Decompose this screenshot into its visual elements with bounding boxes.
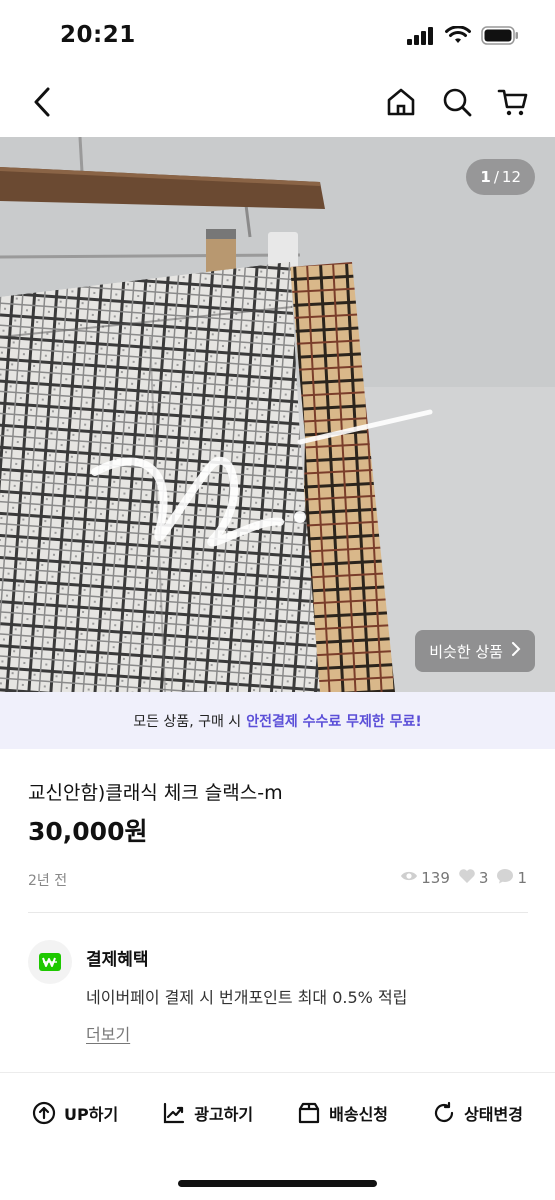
status-time: 20:21: [60, 22, 136, 48]
product-stats: 139 3 1: [400, 868, 527, 888]
box-icon: [297, 1101, 321, 1125]
status-change-button[interactable]: 상태변경: [432, 1101, 523, 1125]
image-counter-current: 1: [480, 168, 491, 186]
posted-time: 2년 전: [28, 873, 68, 889]
home-indicator[interactable]: [178, 1180, 377, 1187]
battery-icon: [481, 26, 519, 49]
benefit-title: 결제혜택: [86, 950, 149, 970]
product-photo: [0, 137, 555, 692]
up-button[interactable]: UP하기: [32, 1101, 118, 1125]
shipping-button[interactable]: 배송신청: [297, 1101, 388, 1125]
likes-count: 3: [478, 869, 489, 887]
refresh-icon: [432, 1101, 456, 1125]
chats-count: 1: [517, 869, 527, 887]
promo-banner[interactable]: 모든 상품, 구매 시 안전결제 수수료 무제한 무료!: [0, 692, 555, 749]
signal-icon: [407, 26, 435, 49]
image-counter-separator: /: [493, 168, 499, 186]
arrow-up-circle-icon: [32, 1101, 56, 1125]
image-counter-total: 12: [501, 168, 521, 186]
views-stat: 139: [400, 869, 450, 887]
shipping-button-label: 배송신청: [329, 1105, 389, 1124]
similar-products-label: 비슷한 상품: [429, 642, 503, 661]
trend-chart-icon: [162, 1101, 186, 1125]
naver-pay-icon: [28, 940, 72, 984]
back-icon[interactable]: [26, 84, 62, 120]
bottom-divider: [0, 1072, 555, 1073]
chat-bubble-icon: [496, 868, 514, 888]
product-price: 30,000원: [28, 817, 148, 846]
search-icon[interactable]: [441, 86, 473, 118]
benefit-more-link[interactable]: 더보기: [86, 1021, 130, 1045]
product-title: 교신안함)클래식 체크 슬랙스-m: [28, 782, 283, 804]
wifi-icon: [445, 25, 471, 49]
status-change-button-label: 상태변경: [464, 1105, 523, 1124]
views-count: 139: [421, 869, 450, 887]
product-image[interactable]: 1 / 12 비슷한 상품: [0, 137, 555, 692]
heart-icon: [458, 868, 476, 888]
nav-bar: [0, 70, 555, 136]
image-counter: 1 / 12: [466, 159, 535, 195]
home-icon[interactable]: [385, 86, 417, 118]
benefit-description: 네이버페이 결제 시 번개포인트 최대 0.5% 적립: [86, 988, 408, 1007]
status-icons: [407, 25, 519, 49]
divider: [28, 912, 528, 913]
promo-prefix: 모든 상품, 구매 시: [133, 713, 242, 730]
up-button-label: UP하기: [64, 1105, 119, 1124]
action-bar: UP하기 광고하기 배송신청 상태변경: [0, 1090, 555, 1136]
eye-icon: [400, 869, 418, 887]
status-bar: 20:21: [0, 0, 555, 70]
chevron-right-icon: [511, 642, 521, 660]
cart-icon[interactable]: [497, 86, 529, 118]
ad-button-label: 광고하기: [194, 1105, 254, 1124]
chats-stat: 1: [496, 868, 527, 888]
likes-stat: 3: [458, 868, 489, 888]
ad-button[interactable]: 광고하기: [162, 1101, 253, 1125]
promo-highlight: 안전결제 수수료 무제한 무료!: [246, 713, 422, 730]
similar-products-button[interactable]: 비슷한 상품: [415, 630, 535, 672]
